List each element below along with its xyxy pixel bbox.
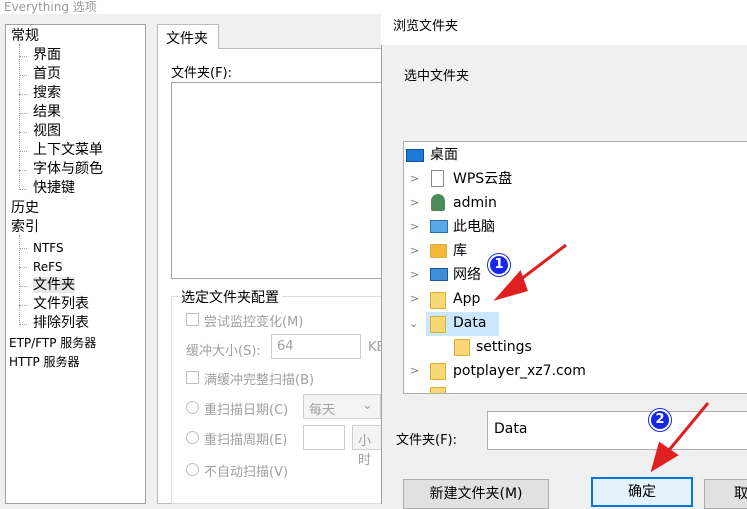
step-badge-1: 1 (488, 254, 510, 276)
step-badge-2: 2 (649, 409, 671, 431)
annotation-arrows (493, 243, 710, 473)
arrow-1 (493, 243, 567, 301)
